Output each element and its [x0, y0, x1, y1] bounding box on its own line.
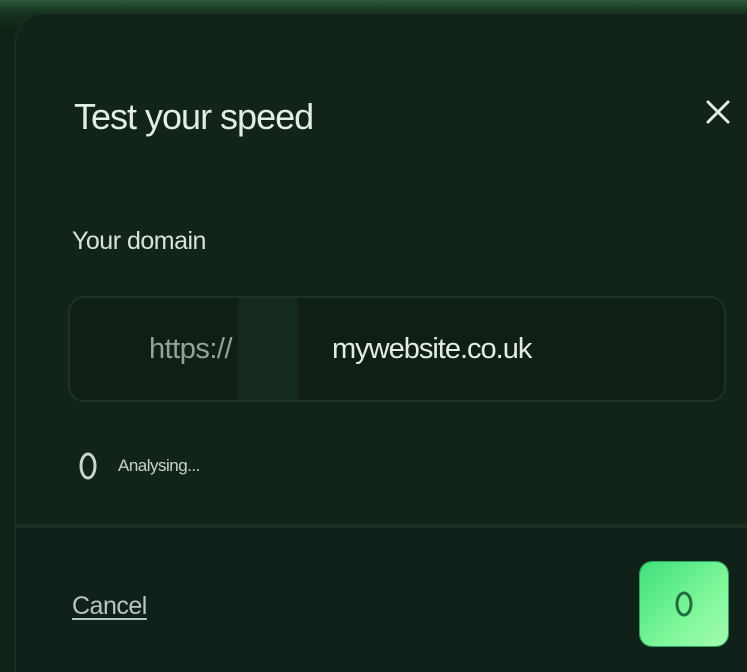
prefix-separator [238, 298, 298, 400]
analysis-status: Analysing... [76, 448, 200, 484]
close-button[interactable] [698, 92, 738, 132]
status-text: Analysing... [118, 456, 200, 475]
domain-field: https:// [68, 296, 726, 402]
url-prefix: https:// [148, 332, 233, 365]
domain-label: Your domain [72, 227, 206, 255]
spinner-icon [675, 591, 693, 617]
cancel-button[interactable]: Cancel [72, 592, 147, 621]
close-icon [706, 100, 730, 124]
domain-input[interactable] [316, 298, 722, 400]
submit-button[interactable] [640, 562, 728, 646]
spinner-icon [76, 448, 100, 484]
modal-title: Test your speed [74, 96, 314, 137]
